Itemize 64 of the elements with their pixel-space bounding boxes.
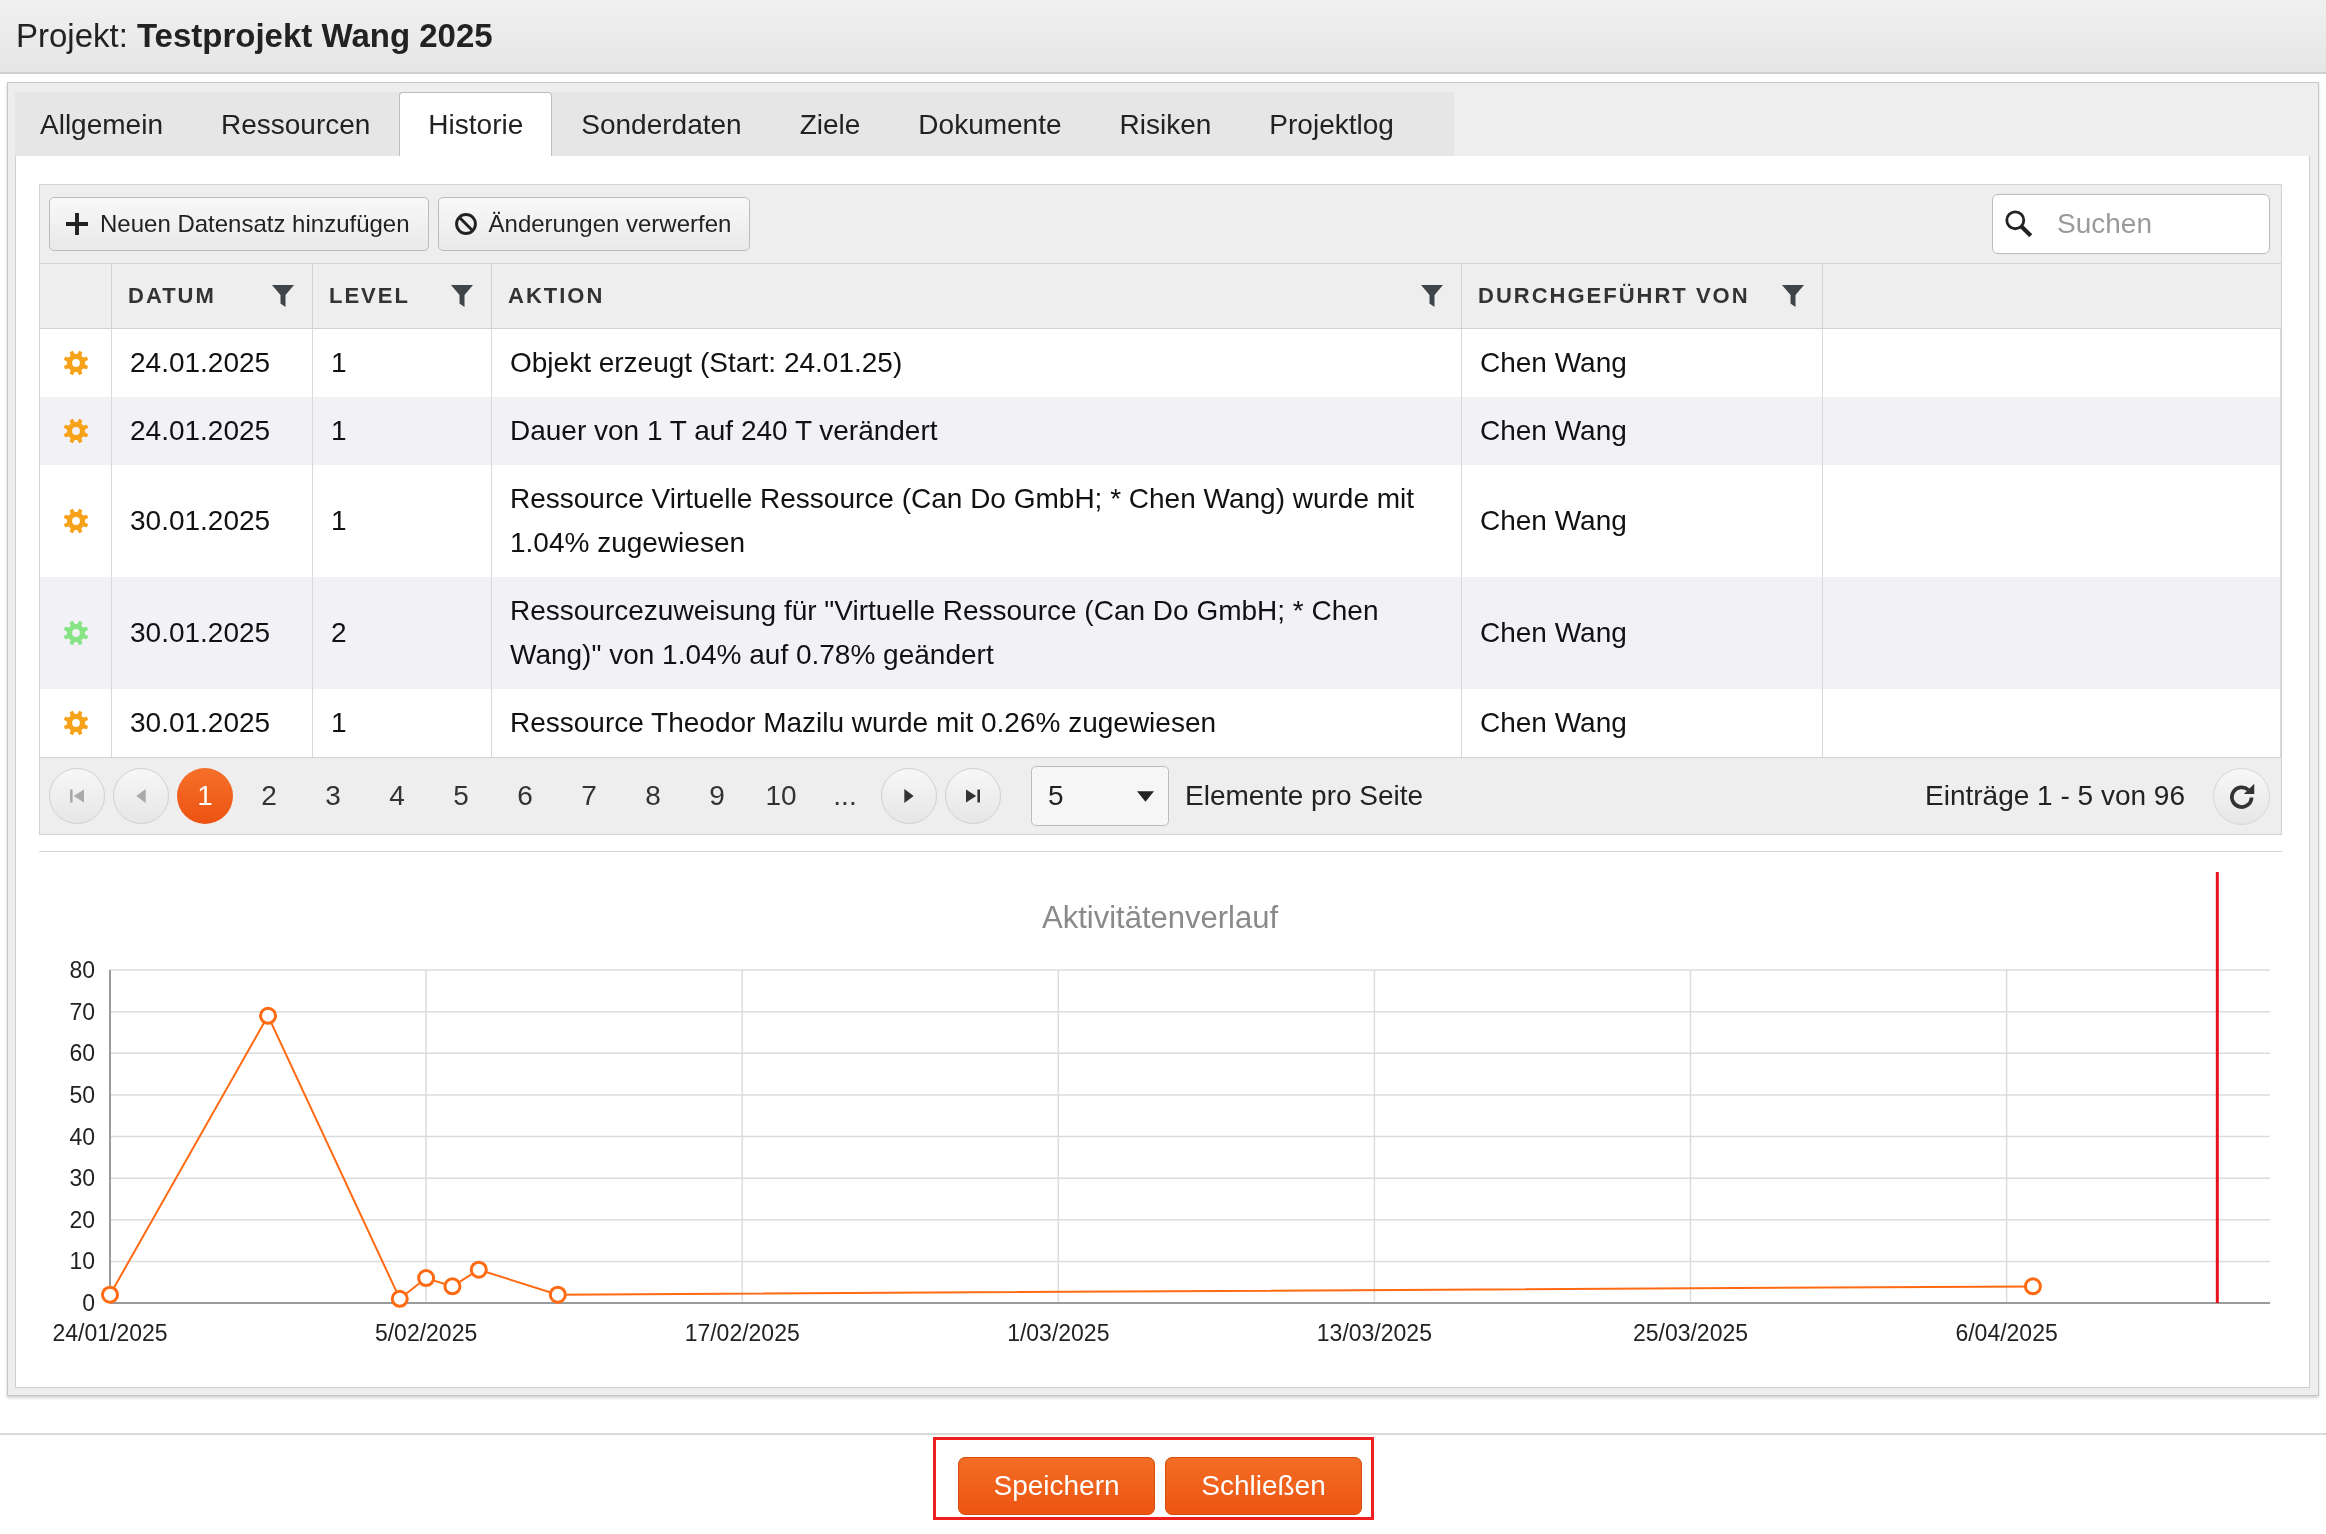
axis-label: 80 bbox=[69, 957, 95, 983]
project-title: Testprojekt Wang 2025 bbox=[136, 17, 493, 55]
axis-label: 24/01/2025 bbox=[52, 1320, 168, 1346]
tab[interactable]: Ziele bbox=[770, 92, 890, 156]
page-button[interactable]: 7 bbox=[561, 768, 617, 824]
page-button[interactable]: 8 bbox=[625, 768, 681, 824]
page-button[interactable]: 4 bbox=[369, 768, 425, 824]
column-header[interactable]: LEVEL bbox=[329, 283, 410, 309]
column-header[interactable]: DATUM bbox=[128, 283, 216, 309]
skip-to-end-icon bbox=[966, 789, 980, 803]
page-size-dropdown[interactable]: 5 bbox=[1031, 766, 1169, 826]
search-field[interactable]: Suchen bbox=[1992, 194, 2270, 254]
column-header[interactable]: AKTION bbox=[508, 283, 605, 309]
caret-left-icon bbox=[134, 789, 148, 803]
axis-label: 40 bbox=[69, 1123, 95, 1150]
tab[interactable]: Risiken bbox=[1090, 92, 1241, 156]
discard-changes-button[interactable]: Änderungen verwerfen bbox=[437, 197, 751, 251]
axis-label: 6/04/2025 bbox=[1955, 1320, 2058, 1346]
axis-label: 30 bbox=[69, 1165, 95, 1192]
table-row[interactable]: 24.01.2025 1 Dauer von 1 T auf 240 T verändert Chen Wang bbox=[40, 397, 2281, 465]
tab[interactable]: Sonderdaten bbox=[552, 92, 771, 156]
page-button[interactable]: 9 bbox=[689, 768, 745, 824]
axis-label: 10 bbox=[69, 1248, 95, 1275]
axis-label: 20 bbox=[69, 1206, 95, 1233]
page-size-label: Elemente pro Seite bbox=[1185, 780, 1424, 812]
axis-label: 70 bbox=[69, 998, 95, 1025]
tab[interactable]: Projektlog bbox=[1240, 92, 1423, 156]
skip-to-start-icon bbox=[70, 789, 84, 803]
page-button[interactable]: 10 bbox=[753, 768, 809, 824]
axis-label: 25/03/2025 bbox=[1632, 1320, 1749, 1346]
search-icon bbox=[2005, 210, 2032, 237]
add-record-button[interactable]: Neuen Datensatz hinzufügen bbox=[49, 197, 429, 251]
column-header[interactable]: DURCHGEFÜHRT VON bbox=[1478, 283, 1750, 309]
next-page-button[interactable] bbox=[881, 768, 937, 824]
tab[interactable]: Ressourcen bbox=[191, 92, 400, 156]
tab[interactable]: Allgemein bbox=[15, 92, 192, 156]
tab[interactable]: Dokumente bbox=[889, 92, 1091, 156]
project-label: Projekt: bbox=[16, 17, 128, 55]
plus-icon bbox=[66, 213, 88, 235]
chart-title: Aktivitätenverlauf bbox=[1041, 900, 1279, 935]
caret-right-icon bbox=[902, 789, 916, 803]
filter-icon[interactable] bbox=[1782, 285, 1804, 307]
page-button[interactable]: 3 bbox=[305, 768, 361, 824]
prohibited-icon bbox=[454, 213, 477, 235]
table-row[interactable]: 30.01.2025 2 Ressourcezuweisung für "Virtuelle Ressource (Can Do GmbH; * Chen Wang)" von 1.04% auf 0.78% geändert Chen Wang bbox=[40, 577, 2281, 689]
axis-label: 17/02/2025 bbox=[684, 1320, 800, 1346]
axis-label: 1/03/2025 bbox=[1007, 1320, 1110, 1346]
last-page-button[interactable] bbox=[945, 768, 1001, 824]
refresh-icon bbox=[2228, 783, 2255, 809]
page-ellipsis: ... bbox=[832, 780, 858, 812]
caret-down-icon bbox=[1137, 790, 1154, 802]
filter-icon[interactable] bbox=[451, 285, 473, 307]
page-button[interactable]: 2 bbox=[241, 768, 297, 824]
page-button[interactable]: 5 bbox=[433, 768, 489, 824]
filter-icon[interactable] bbox=[1421, 285, 1443, 307]
axis-label: 5/02/2025 bbox=[374, 1320, 478, 1346]
axis-label: 0 bbox=[82, 1290, 95, 1316]
axis-label: 60 bbox=[69, 1040, 95, 1067]
entries-summary: Einträge 1 - 5 von 96 bbox=[1925, 780, 2185, 812]
axis-label: 50 bbox=[69, 1081, 95, 1108]
filter-icon[interactable] bbox=[272, 285, 294, 307]
tab[interactable]: Historie bbox=[399, 92, 553, 156]
page-button[interactable]: 6 bbox=[497, 768, 553, 824]
axis-label: 13/03/2025 bbox=[1316, 1320, 1432, 1346]
